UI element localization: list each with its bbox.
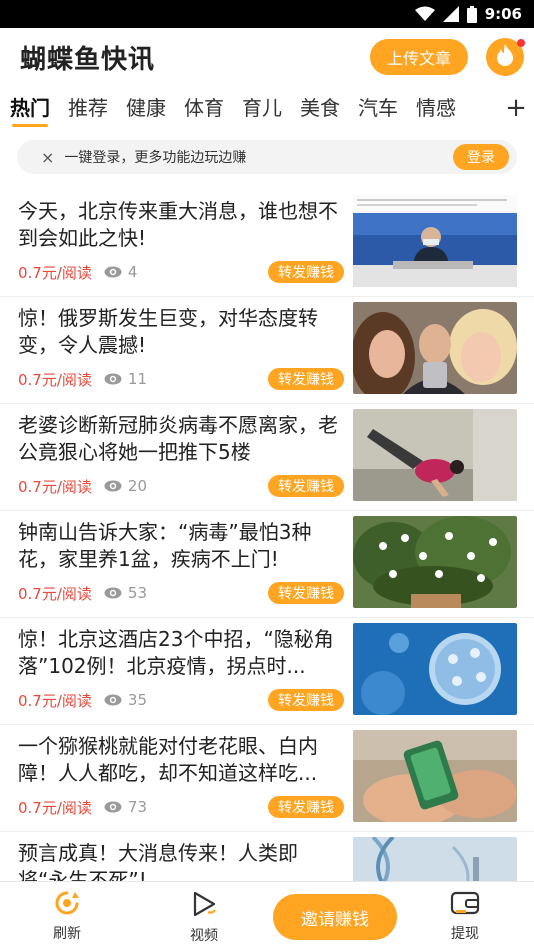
tab-parenting[interactable]: 育儿 xyxy=(242,86,282,130)
fire-icon xyxy=(496,44,514,70)
reward-price: 0.7元/阅读 xyxy=(18,584,92,603)
nav-video-label: 视频 xyxy=(190,928,218,944)
eye-icon xyxy=(104,801,122,813)
eye-icon xyxy=(104,480,122,492)
news-title[interactable]: 老婆诊断新冠肺炎病毒不愿离家，老公竟狠心将她一把推下5楼 xyxy=(18,412,346,466)
news-meta: 0.7元/阅读 11 转发赚钱 xyxy=(18,368,344,390)
bottom-navigation: 刷新 视频 邀请赚钱 提现 xyxy=(0,881,534,949)
app-title: 蝴蝶鱼快讯 xyxy=(20,44,156,75)
close-icon[interactable]: × xyxy=(41,148,54,167)
nav-refresh[interactable]: 刷新 xyxy=(37,890,97,943)
view-count: 4 xyxy=(127,263,138,281)
share-earn-button[interactable]: 转发赚钱 xyxy=(268,582,344,604)
share-earn-button[interactable]: 转发赚钱 xyxy=(268,796,344,818)
add-tab-button[interactable]: + xyxy=(498,86,534,130)
invite-earn-button[interactable]: 邀请赚钱 xyxy=(273,894,397,940)
reward-price: 0.7元/阅读 xyxy=(18,263,92,282)
eye-icon xyxy=(104,373,122,385)
news-feed: 今天，北京传来重大消息，谁也想不到会如此之快! 0.7元/阅读 4 转发赚钱 惊… xyxy=(0,190,534,939)
news-thumbnail[interactable] xyxy=(353,730,517,822)
login-button[interactable]: 登录 xyxy=(453,144,509,170)
nav-withdraw[interactable]: 提现 xyxy=(435,890,495,943)
login-banner-text: 一键登录，更多功能边玩边赚 xyxy=(64,150,247,166)
news-title[interactable]: 惊！北京这酒店23个中招，“隐秘角落”102例！北京疫情，拐点时... xyxy=(18,626,346,680)
reward-price: 0.7元/阅读 xyxy=(18,370,92,389)
news-item[interactable]: 惊！俄罗斯发生巨变，对华态度转变，令人震撼! 0.7元/阅读 11 转发赚钱 xyxy=(0,297,534,404)
tab-recommend[interactable]: 推荐 xyxy=(68,86,108,130)
reward-price: 0.7元/阅读 xyxy=(18,798,92,817)
tabs-fade xyxy=(468,86,498,130)
signal-icon xyxy=(442,6,459,22)
share-earn-button[interactable]: 转发赚钱 xyxy=(268,689,344,711)
nav-withdraw-label: 提现 xyxy=(451,926,479,942)
news-thumbnail[interactable] xyxy=(353,516,517,608)
news-item[interactable]: 惊！北京这酒店23个中招，“隐秘角落”102例！北京疫情，拐点时... 0.7元… xyxy=(0,618,534,725)
news-meta: 0.7元/阅读 53 转发赚钱 xyxy=(18,582,344,604)
refresh-icon xyxy=(53,890,81,920)
video-play-icon xyxy=(190,890,218,922)
share-earn-button[interactable]: 转发赚钱 xyxy=(268,475,344,497)
share-earn-button[interactable]: 转发赚钱 xyxy=(268,368,344,390)
category-tabs: 热门 推荐 健康 体育 育儿 美食 汽车 情感 + xyxy=(0,86,534,130)
news-item[interactable]: 今天，北京传来重大消息，谁也想不到会如此之快! 0.7元/阅读 4 转发赚钱 xyxy=(0,190,534,297)
hot-fire-button[interactable] xyxy=(486,38,525,76)
news-title[interactable]: 一个猕猴桃就能对付老花眼、白内障！人人都吃，却不知道这样吃... xyxy=(18,733,346,787)
news-item[interactable]: 一个猕猴桃就能对付老花眼、白内障！人人都吃，却不知道这样吃... 0.7元/阅读… xyxy=(0,725,534,832)
reward-price: 0.7元/阅读 xyxy=(18,477,92,496)
news-title[interactable]: 今天，北京传来重大消息，谁也想不到会如此之快! xyxy=(18,198,346,252)
tab-cars[interactable]: 汽车 xyxy=(358,86,398,130)
eye-icon xyxy=(104,694,122,706)
view-count: 73 xyxy=(127,798,148,816)
nav-refresh-label: 刷新 xyxy=(53,926,81,942)
view-count: 35 xyxy=(127,691,148,709)
wifi-icon xyxy=(414,6,435,22)
status-bar: 9:06 xyxy=(0,0,534,28)
reward-price: 0.7元/阅读 xyxy=(18,691,92,710)
news-thumbnail[interactable] xyxy=(353,623,517,715)
eye-icon xyxy=(104,266,122,278)
news-title[interactable]: 钟南山告诉大家：“病毒”最怕3种花，家里养1盆，疾病不上门! xyxy=(18,519,346,573)
upload-article-button[interactable]: 上传文章 xyxy=(369,39,468,75)
news-meta: 0.7元/阅读 20 转发赚钱 xyxy=(18,475,344,497)
view-count: 20 xyxy=(127,477,148,495)
wallet-icon xyxy=(450,890,480,920)
news-thumbnail[interactable] xyxy=(353,302,517,394)
nav-video[interactable]: 视频 xyxy=(174,890,234,945)
news-item[interactable]: 钟南山告诉大家：“病毒”最怕3种花，家里养1盆，疾病不上门! 0.7元/阅读 5… xyxy=(0,511,534,618)
view-count: 11 xyxy=(127,370,148,388)
eye-icon xyxy=(104,587,122,599)
status-time: 9:06 xyxy=(484,5,522,23)
news-title[interactable]: 惊！俄罗斯发生巨变，对华态度转变，令人震撼! xyxy=(18,305,346,359)
tab-food[interactable]: 美食 xyxy=(300,86,340,130)
news-thumbnail[interactable] xyxy=(353,409,517,501)
news-thumbnail[interactable] xyxy=(353,195,517,287)
login-banner: × 一键登录，更多功能边玩边赚 登录 xyxy=(17,140,517,174)
share-earn-button[interactable]: 转发赚钱 xyxy=(268,261,344,283)
tab-health[interactable]: 健康 xyxy=(126,86,166,130)
news-meta: 0.7元/阅读 73 转发赚钱 xyxy=(18,796,344,818)
app-header: 蝴蝶鱼快讯 上传文章 xyxy=(0,28,534,86)
news-meta: 0.7元/阅读 4 转发赚钱 xyxy=(18,261,344,283)
news-item[interactable]: 老婆诊断新冠肺炎病毒不愿离家，老公竟狠心将她一把推下5楼 0.7元/阅读 20 … xyxy=(0,404,534,511)
news-meta: 0.7元/阅读 35 转发赚钱 xyxy=(18,689,344,711)
view-count: 53 xyxy=(127,584,148,602)
tab-sports[interactable]: 体育 xyxy=(184,86,224,130)
tab-emotion[interactable]: 情感 xyxy=(416,86,456,130)
battery-icon xyxy=(466,5,477,23)
notification-dot xyxy=(517,39,525,47)
tab-hot[interactable]: 热门 xyxy=(10,86,50,130)
